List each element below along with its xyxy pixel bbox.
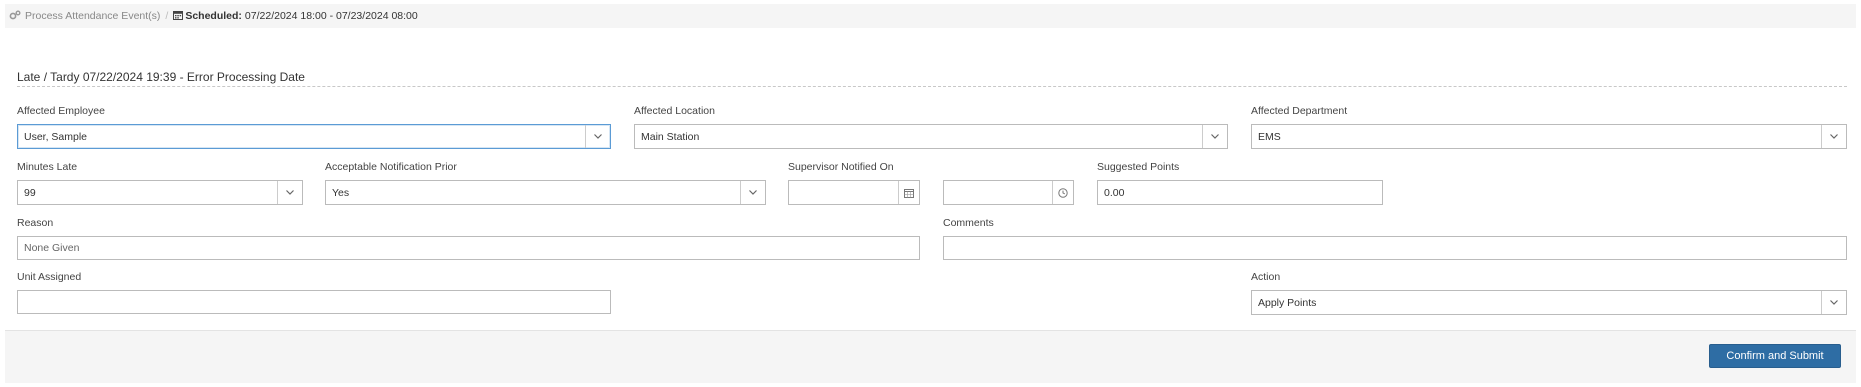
minutes-late-value: 99 (24, 186, 36, 199)
reason-value: None Given (24, 242, 80, 254)
supervisor-notified-label: Supervisor Notified On (788, 161, 894, 173)
affected-location-label: Affected Location (634, 105, 715, 117)
supervisor-notified-time-input[interactable] (943, 180, 1074, 205)
calendar-icon (173, 10, 184, 23)
affected-department-select[interactable]: EMS (1251, 124, 1847, 149)
form-footer: Confirm and Submit (5, 330, 1856, 383)
breadcrumb-process-link[interactable]: Process Attendance Event(s) (25, 10, 160, 22)
gears-icon (9, 10, 21, 23)
action-select[interactable]: Apply Points (1251, 290, 1847, 315)
suggested-points-input[interactable]: 0.00 (1097, 180, 1383, 205)
affected-employee-label: Affected Employee (17, 105, 105, 117)
supervisor-notified-date-input[interactable] (788, 180, 920, 205)
calendar-icon[interactable] (898, 181, 919, 204)
scheduled-range: 07/22/2024 18:00 - 07/23/2024 08:00 (244, 10, 418, 22)
comments-input[interactable] (943, 236, 1847, 260)
chevron-down-icon[interactable] (277, 181, 302, 204)
minutes-late-select[interactable]: 99 (17, 180, 303, 205)
acceptable-notification-value: Yes (332, 186, 350, 199)
affected-department-label: Affected Department (1251, 105, 1348, 117)
comments-label: Comments (943, 217, 994, 229)
breadcrumb: Process Attendance Event(s) / Scheduled:… (5, 4, 1856, 28)
affected-department-value: EMS (1258, 130, 1281, 143)
unit-assigned-label: Unit Assigned (17, 271, 82, 283)
action-label: Action (1251, 271, 1281, 283)
confirm-submit-button[interactable]: Confirm and Submit (1709, 344, 1841, 368)
chevron-down-icon[interactable] (740, 181, 765, 204)
chevron-down-icon[interactable] (1202, 125, 1227, 148)
scheduled-label: Scheduled: (185, 10, 242, 22)
action-value: Apply Points (1258, 296, 1317, 309)
chevron-down-icon[interactable] (585, 125, 610, 148)
affected-location-select[interactable]: Main Station (634, 124, 1228, 149)
suggested-points-value: 0.00 (1104, 186, 1125, 199)
acceptable-notification-label: Acceptable Notification Prior (325, 161, 457, 173)
acceptable-notification-select[interactable]: Yes (325, 180, 766, 205)
affected-employee-select[interactable]: User, Sample (17, 124, 611, 149)
affected-employee-value: User, Sample (24, 130, 88, 143)
reason-label: Reason (17, 217, 54, 229)
event-section-title: Late / Tardy 07/22/2024 19:39 - Error Pr… (17, 70, 1847, 87)
minutes-late-label: Minutes Late (17, 161, 78, 173)
chevron-down-icon[interactable] (1821, 125, 1846, 148)
suggested-points-label: Suggested Points (1097, 161, 1180, 173)
reason-input[interactable]: None Given (17, 236, 920, 260)
breadcrumb-separator: / (165, 10, 169, 22)
unit-assigned-input[interactable] (17, 290, 611, 314)
affected-location-value: Main Station (641, 130, 700, 143)
clock-icon[interactable] (1052, 181, 1073, 204)
chevron-down-icon[interactable] (1821, 291, 1846, 314)
